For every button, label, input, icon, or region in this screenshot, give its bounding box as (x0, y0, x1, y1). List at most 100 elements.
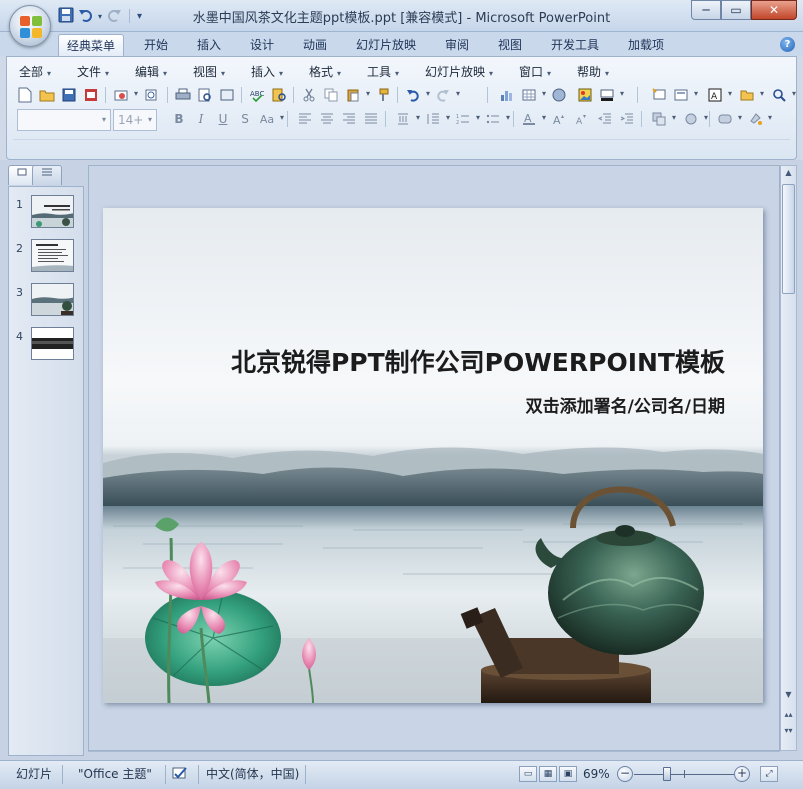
table-icon[interactable] (519, 85, 546, 105)
tab-addins[interactable]: 加载项 (620, 34, 672, 56)
slide-thumbnail-4[interactable] (31, 327, 74, 360)
current-slide[interactable]: 北京锐得PPT制作公司POWERPOINT模板 双击添加署名/公司名/日期 (103, 208, 763, 703)
bold-icon[interactable]: B (169, 109, 189, 129)
slide-title[interactable]: 北京锐得PPT制作公司POWERPOINT模板 (231, 343, 725, 379)
tab-view[interactable]: 视图 (490, 34, 530, 56)
paste-icon[interactable] (343, 85, 370, 105)
underline-icon[interactable]: U (213, 109, 233, 129)
spellcheck-status-icon[interactable] (172, 765, 190, 784)
menu-all[interactable]: 全部 ▾ (19, 62, 51, 82)
arrange-icon[interactable] (649, 109, 676, 129)
open-folder-icon[interactable] (37, 85, 57, 105)
font-color-icon[interactable]: A (519, 109, 546, 129)
align-right-icon[interactable] (339, 109, 359, 129)
grow-font-icon[interactable]: A ▴ (549, 109, 569, 129)
zoom-slider-knob[interactable] (662, 767, 671, 781)
tab-slideshow[interactable]: 幻灯片放映 (348, 34, 424, 56)
menu-tools[interactable]: 工具 ▾ (367, 62, 399, 82)
zoom-level-label[interactable]: 69% (583, 765, 610, 784)
find-icon[interactable] (769, 85, 796, 105)
new-slide-icon[interactable] (649, 85, 669, 105)
copy-icon[interactable] (321, 85, 341, 105)
previous-slide-icon[interactable]: ▴▴ (781, 708, 796, 722)
next-slide-icon[interactable]: ▾▾ (781, 724, 796, 738)
shape-fill-icon[interactable] (597, 85, 624, 105)
layout-icon[interactable] (217, 85, 237, 105)
menu-view[interactable]: 视图 ▾ (193, 62, 225, 82)
quick-styles-icon[interactable] (681, 109, 708, 129)
font-size-combo[interactable]: 14+ (113, 109, 157, 131)
tab-design[interactable]: 设计 (242, 34, 282, 56)
tab-animation[interactable]: 动画 (295, 34, 335, 56)
tab-outline[interactable] (32, 165, 62, 185)
clipart-icon[interactable] (549, 85, 569, 105)
numbering-icon[interactable]: 12 (453, 109, 480, 129)
shape-fill-color-icon[interactable] (745, 109, 772, 129)
normal-view-icon[interactable]: ▭ (519, 766, 537, 782)
tab-developer[interactable]: 开发工具 (543, 34, 607, 56)
italic-icon[interactable]: I (191, 109, 211, 129)
office-button[interactable] (9, 5, 51, 47)
slide-thumbnail-1[interactable] (31, 195, 74, 228)
cut-icon[interactable] (299, 85, 319, 105)
shadow-icon[interactable]: S (235, 109, 255, 129)
tab-review[interactable]: 审阅 (437, 34, 477, 56)
slide-thumbnail-2[interactable] (31, 239, 74, 272)
decrease-indent-icon[interactable] (595, 109, 615, 129)
shape-style-icon[interactable] (715, 109, 742, 129)
close-button[interactable]: ✕ (751, 0, 797, 20)
research-icon[interactable] (269, 85, 289, 105)
picture-icon[interactable] (575, 85, 595, 105)
slide-sorter-view-icon[interactable]: ▦ (539, 766, 557, 782)
text-direction-icon[interactable] (393, 109, 420, 129)
menu-edit[interactable]: 编辑 ▾ (135, 62, 167, 82)
menu-file[interactable]: 文件 ▾ (77, 62, 109, 82)
slide-thumbnail-3[interactable] (31, 283, 74, 316)
tab-classic-menu[interactable]: 经典菜单 (58, 34, 125, 56)
align-left-icon[interactable] (295, 109, 315, 129)
status-language-label[interactable]: 中文(简体，中国) (206, 765, 299, 784)
menu-window[interactable]: 窗口 ▾ (519, 62, 551, 82)
print-preview-icon[interactable] (195, 85, 215, 105)
spelling-icon[interactable]: ABC (247, 85, 267, 105)
attach-icon[interactable] (141, 85, 161, 105)
permission-icon[interactable] (81, 85, 101, 105)
scroll-down-icon[interactable]: ▼ (781, 688, 796, 702)
change-case-icon[interactable]: Aa (257, 109, 284, 129)
font-name-combo[interactable] (17, 109, 111, 131)
menu-insert[interactable]: 插入 ▾ (251, 62, 283, 82)
save-toolbar-icon[interactable] (59, 85, 79, 105)
justify-icon[interactable] (361, 109, 381, 129)
menu-format[interactable]: 格式 ▾ (309, 62, 341, 82)
email-icon[interactable] (111, 85, 138, 105)
bullets-icon[interactable] (483, 109, 510, 129)
slide-layout-icon[interactable] (671, 85, 698, 105)
chart-icon[interactable] (497, 85, 517, 105)
tab-insert[interactable]: 插入 (189, 34, 229, 56)
minimize-button[interactable]: ─ (691, 0, 721, 20)
zoom-in-icon[interactable]: + (734, 766, 750, 782)
maximize-button[interactable]: ▭ (721, 0, 751, 20)
menu-help[interactable]: 帮助 ▾ (577, 62, 609, 82)
undo-toolbar-icon[interactable] (403, 85, 430, 105)
text-box-icon[interactable]: A (705, 85, 732, 105)
shrink-font-icon[interactable]: A ▾ (571, 109, 591, 129)
menu-slideshow[interactable]: 幻灯片放映 ▾ (425, 62, 493, 82)
vertical-scrollbar[interactable]: ▲ ▼ ▴▴ ▾▾ (780, 165, 797, 751)
fit-to-window-icon[interactable]: ⤢ (760, 766, 778, 782)
slide-subtitle[interactable]: 双击添加署名/公司名/日期 (526, 392, 725, 417)
scrollbar-thumb[interactable] (782, 184, 795, 294)
help-icon[interactable]: ? (780, 37, 795, 52)
open-dropdown-icon[interactable] (737, 85, 764, 105)
increase-indent-icon[interactable] (617, 109, 637, 129)
scroll-up-icon[interactable]: ▲ (781, 166, 796, 180)
new-document-icon[interactable] (15, 85, 35, 105)
tab-home[interactable]: 开始 (136, 34, 176, 56)
align-center-icon[interactable] (317, 109, 337, 129)
format-painter-icon[interactable] (373, 85, 393, 105)
zoom-out-icon[interactable]: − (617, 766, 633, 782)
line-spacing-icon[interactable] (423, 109, 450, 129)
status-theme-label[interactable]: "Office 主题" (78, 765, 152, 784)
redo-toolbar-icon[interactable] (433, 85, 460, 105)
print-icon[interactable] (173, 85, 193, 105)
